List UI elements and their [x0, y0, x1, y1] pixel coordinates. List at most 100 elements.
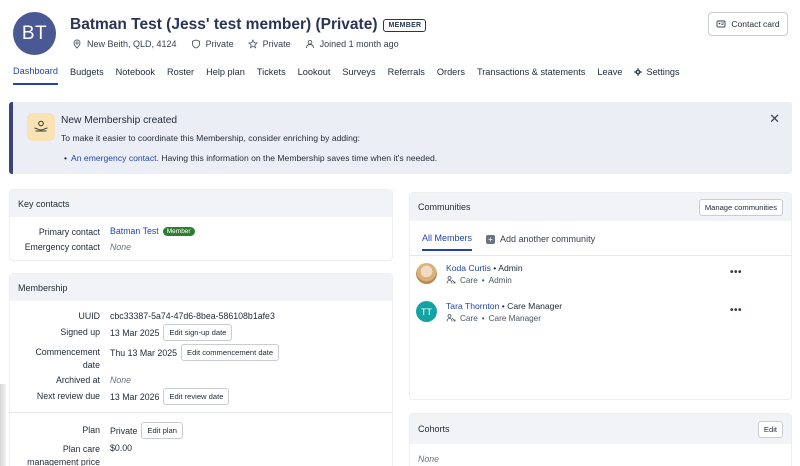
edit-signup-date-button[interactable]: Edit sign-up date — [163, 324, 233, 341]
contact-card-label: Contact card — [731, 19, 780, 29]
communities-title: Communities — [418, 202, 471, 212]
plan-meta: Private — [247, 39, 291, 49]
member-community-line: Care • Admin — [446, 275, 512, 285]
close-icon[interactable]: ✕ — [769, 111, 780, 127]
page-title: Batman Test (Jess' test member) (Private… — [70, 16, 378, 33]
manage-communities-button[interactable]: Manage communities — [698, 198, 783, 216]
member-sub-role: Admin — [488, 275, 512, 285]
edit-commencement-date-button[interactable]: Edit commencement date — [181, 344, 280, 361]
member-role: Care Manager — [507, 301, 563, 311]
gear-icon — [634, 68, 643, 76]
communities-header: Communities Manage communities — [410, 193, 791, 221]
tab-lookout[interactable]: Lookout — [298, 66, 331, 85]
tab-settings-label: Settings — [646, 67, 680, 77]
tab-dashboard[interactable]: Dashboard — [13, 66, 58, 85]
add-community-tab[interactable]: + Add another community — [486, 234, 595, 250]
archived-label: Archived at — [55, 375, 100, 385]
joined-text: Joined 1 month ago — [319, 39, 399, 49]
plan-value-row: Private Edit plan — [110, 422, 183, 439]
key-contacts-title: Key contacts — [18, 198, 70, 209]
plan-price-label-line2: management price — [27, 457, 100, 466]
communities-card: Communities Manage communities — [409, 192, 792, 400]
member-community-line: Care • Care Manager — [446, 313, 541, 323]
member-community: Care — [460, 275, 478, 285]
separator-dot: • — [481, 313, 485, 323]
member-name-link[interactable]: Koda Curtis — [446, 263, 491, 273]
member-name-line: Tara Thornton • Care Manager — [446, 301, 562, 311]
review-value: 13 Mar 2026 — [110, 391, 160, 402]
membership-title: Membership — [18, 282, 68, 293]
tab-transactions[interactable]: Transactions & statements — [477, 66, 585, 85]
member-sub-role: Care Manager — [488, 313, 541, 323]
privacy-text: Private — [205, 39, 234, 49]
contact-card-icon — [716, 20, 726, 28]
tab-budgets[interactable]: Budgets — [70, 66, 104, 85]
commencement-label-line2: date — [82, 360, 100, 370]
tab-referrals[interactable]: Referrals — [388, 66, 425, 85]
contact-card-button[interactable]: Contact card — [708, 12, 788, 36]
commencement-value: Thu 13 Mar 2025 — [110, 347, 177, 358]
review-value-row: 13 Mar 2026 Edit review date — [110, 388, 230, 405]
banner-title: New Membership created — [61, 115, 178, 126]
emergency-contact-value: None — [110, 242, 132, 252]
tab-roster[interactable]: Roster — [167, 66, 194, 85]
separator-dot: • — [493, 263, 497, 273]
plan-price-label: Plan care management price — [0, 443, 100, 466]
joined-meta: Joined 1 month ago — [305, 39, 399, 49]
cohorts-card: Cohorts Edit — [409, 413, 792, 466]
archived-value: None — [110, 375, 132, 385]
member-badge: MEMBER — [383, 18, 427, 32]
signed-up-label: Signed up — [60, 327, 100, 337]
member-name-link[interactable]: Tara Thornton — [446, 301, 499, 311]
review-label: Next review due — [36, 391, 100, 401]
member-pill: Member — [162, 226, 195, 236]
member-community: Care — [460, 313, 478, 323]
commencement-label-line1: Commencement — [35, 347, 100, 357]
membership-header: Membership — [10, 274, 392, 301]
plan-meta-text: Private — [262, 39, 291, 49]
primary-contact-value: Batman Test Member — [110, 226, 195, 236]
bullet-rest-text: Having this information on the Membershi… — [161, 153, 438, 163]
more-options-icon[interactable]: ••• — [730, 305, 742, 316]
tab-leave[interactable]: Leave — [597, 66, 622, 85]
uuid-label: UUID — [78, 311, 100, 321]
tab-orders[interactable]: Orders — [437, 66, 465, 85]
tab-settings[interactable]: Settings — [634, 66, 680, 85]
primary-contact-label: Primary contact — [38, 227, 100, 237]
member-row: Koda Curtis • Admin Care • Admin ••• — [416, 263, 786, 293]
shield-icon — [191, 39, 200, 49]
tab-notebook[interactable]: Notebook — [116, 66, 155, 85]
plus-icon: + — [486, 234, 496, 244]
plan-label: Plan — [82, 425, 100, 435]
plan-price-label-line1: Plan care — [62, 444, 100, 454]
tab-help-plan[interactable]: Help plan — [206, 66, 245, 85]
tab-surveys[interactable]: Surveys — [342, 66, 375, 85]
more-options-icon[interactable]: ••• — [730, 267, 742, 278]
edit-review-date-button[interactable]: Edit review date — [163, 388, 230, 405]
emergency-contact-link[interactable]: An emergency contact. — [71, 153, 159, 163]
new-membership-banner: New Membership created To make it easier… — [9, 102, 792, 174]
signed-up-value-row: 13 Mar 2025 Edit sign-up date — [110, 324, 233, 341]
commencement-label: Commencement date — [0, 346, 100, 372]
tab-all-members[interactable]: All Members — [422, 233, 473, 251]
cohorts-value: None — [418, 454, 440, 464]
people-icon — [446, 314, 456, 322]
member-initials-avatar: TT — [416, 301, 437, 322]
key-contacts-header: Key contacts — [10, 190, 392, 217]
member-name-line: Koda Curtis • Admin — [446, 263, 523, 273]
uuid-value: cbc33387-5a74-47d6-8bea-586108b1afe3 — [110, 311, 275, 321]
tab-tickets[interactable]: Tickets — [257, 66, 286, 85]
star-icon — [247, 39, 258, 49]
edit-cohorts-button[interactable]: Edit — [757, 420, 783, 438]
commencement-value-row: Thu 13 Mar 2025 Edit commencement date — [110, 344, 280, 361]
edit-plan-button[interactable]: Edit plan — [141, 422, 183, 439]
separator-dot: • — [481, 275, 485, 285]
left-edge-shadow — [0, 384, 6, 466]
main-tabs: Dashboard Budgets Notebook Roster Help p… — [13, 66, 692, 85]
location-pin-icon — [73, 39, 81, 49]
plan-price-value: $0.00 — [110, 443, 133, 453]
bullet-dot: • — [64, 153, 68, 163]
member-row: TT Tara Thornton • Care Manager Care • C… — [416, 301, 786, 331]
banner-text: To make it easier to coordinate this Mem… — [61, 133, 361, 143]
primary-contact-link[interactable]: Batman Test — [110, 226, 159, 236]
